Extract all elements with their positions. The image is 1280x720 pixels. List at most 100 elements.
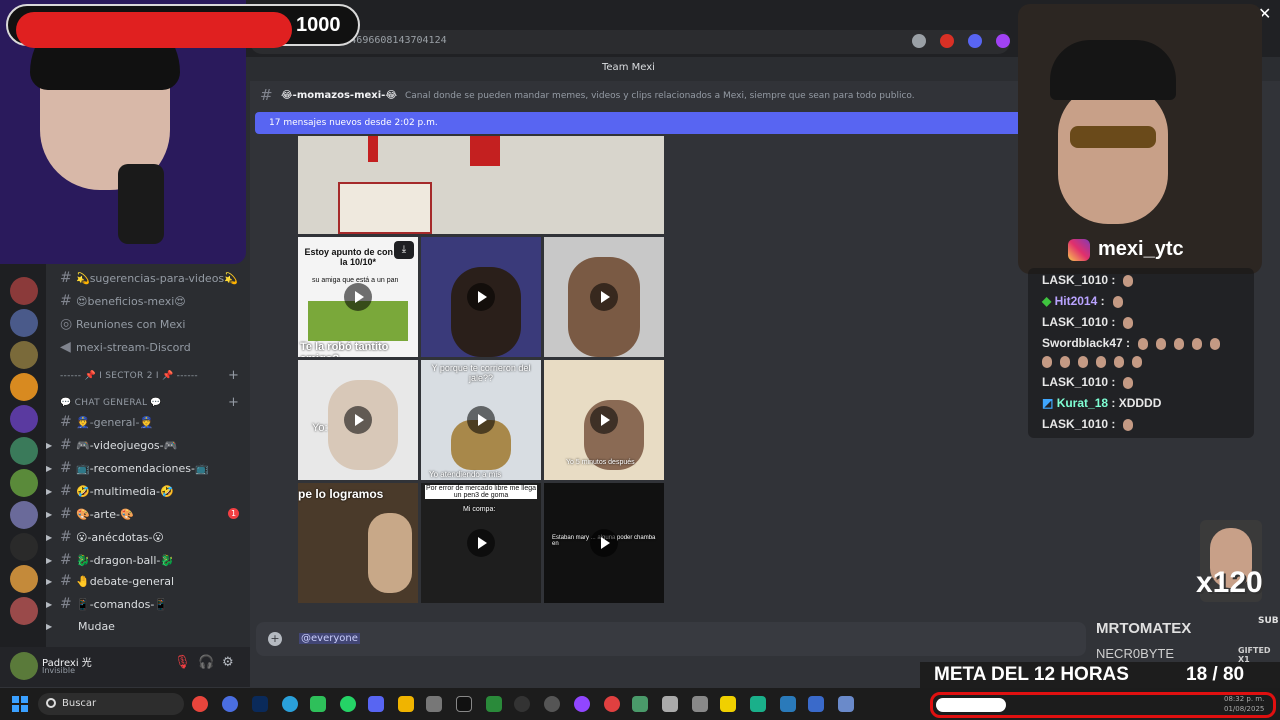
app-icon[interactable] bbox=[604, 696, 620, 712]
channel-item[interactable]: # 👮-general-👮 bbox=[46, 412, 153, 432]
play-icon[interactable] bbox=[590, 406, 618, 434]
play-icon[interactable] bbox=[590, 529, 618, 557]
sticky-notes-icon[interactable] bbox=[720, 696, 736, 712]
download-icon[interactable] bbox=[996, 34, 1010, 48]
app-icon[interactable] bbox=[486, 696, 502, 712]
video-attachment[interactable] bbox=[421, 237, 541, 357]
app-icon[interactable] bbox=[426, 696, 442, 712]
app-icon[interactable] bbox=[780, 696, 796, 712]
channel-item[interactable]: ◀ mexi-stream-Discord bbox=[60, 337, 191, 357]
server-icon[interactable] bbox=[10, 309, 38, 337]
channel-topic[interactable]: Canal donde se pueden mandar memes, vide… bbox=[405, 91, 915, 101]
telegram-icon[interactable] bbox=[282, 696, 298, 712]
category-chat[interactable]: 💬 CHAT GENERAL 💬 bbox=[60, 398, 162, 408]
headphones-icon[interactable]: 🎧 bbox=[198, 655, 214, 670]
play-icon[interactable] bbox=[467, 283, 495, 311]
expand-icon[interactable]: ▶ bbox=[46, 487, 60, 496]
channel-item[interactable]: ▶ # 🤚debate-general bbox=[46, 571, 174, 591]
avatar[interactable] bbox=[10, 652, 38, 680]
bookmark-star-icon[interactable] bbox=[912, 34, 926, 48]
server-icon[interactable] bbox=[10, 533, 38, 561]
category-sector[interactable]: ------ 📌 I SECTOR 2 I 📌 ------ bbox=[60, 371, 198, 381]
server-icon[interactable] bbox=[10, 405, 38, 433]
expand-icon[interactable]: ▶ bbox=[46, 441, 60, 450]
server-icon[interactable] bbox=[10, 373, 38, 401]
message-composer[interactable] bbox=[256, 622, 1086, 656]
video-attachment[interactable]: Por error de mercado libre me llega un p… bbox=[421, 483, 541, 603]
app-icon[interactable] bbox=[574, 696, 590, 712]
video-attachment[interactable]: Yo: bbox=[298, 360, 418, 480]
server-icon[interactable] bbox=[10, 437, 38, 465]
channel-item[interactable]: ▶ # 🎮-videojuegos-🎮 bbox=[46, 435, 177, 455]
expand-icon[interactable]: ▶ bbox=[46, 600, 60, 609]
channel-item[interactable]: ▶ # 🎨-arte-🎨 bbox=[46, 504, 134, 524]
obs-icon[interactable] bbox=[514, 696, 530, 712]
channel-item[interactable]: ▶ # 📺-recomendaciones-📺 bbox=[46, 458, 209, 478]
video-attachment[interactable]: Y porque te corrieron del jale?? Yo aten… bbox=[421, 360, 541, 480]
play-icon[interactable] bbox=[344, 283, 372, 311]
app-icon[interactable] bbox=[692, 696, 708, 712]
extension-icon[interactable] bbox=[940, 34, 954, 48]
expand-icon[interactable]: ▶ bbox=[46, 556, 60, 565]
video-attachment[interactable] bbox=[544, 237, 664, 357]
add-channel-icon[interactable]: + bbox=[228, 368, 239, 383]
discord-icon[interactable] bbox=[368, 696, 384, 712]
app-icon[interactable] bbox=[838, 696, 854, 712]
app-icon[interactable] bbox=[456, 696, 472, 712]
mention-text: @everyone bbox=[299, 633, 360, 644]
channel-item[interactable]: ▶ # 📱-comandos-📱 bbox=[46, 594, 168, 614]
new-messages-bar[interactable]: 17 mensajes nuevos desde 2:02 p.m. bbox=[255, 112, 1020, 134]
video-attachment[interactable]: Estaban mary ... alguna poder chamba en bbox=[544, 483, 664, 603]
channel-item[interactable]: # 😍beneficios-mexi😍 bbox=[60, 291, 186, 311]
image-attachment[interactable] bbox=[298, 136, 664, 234]
channel-item[interactable]: ▶ Mudae bbox=[46, 616, 115, 636]
taskbar-search[interactable] bbox=[38, 693, 184, 715]
app-icon[interactable] bbox=[632, 696, 648, 712]
photoshop-icon[interactable] bbox=[252, 696, 268, 712]
address-bar[interactable]: 5514650 71/1184696608143704124 bbox=[250, 30, 1010, 54]
server-icon[interactable] bbox=[10, 469, 38, 497]
tray-clock[interactable]: 08:32 p. m. 01/08/2025 bbox=[1224, 694, 1264, 714]
add-channel-icon[interactable]: + bbox=[228, 395, 239, 410]
app-icon[interactable] bbox=[222, 696, 238, 712]
extension-icon[interactable] bbox=[968, 34, 982, 48]
channel-item[interactable]: # 💫sugerencias-para-videos💫 bbox=[60, 268, 238, 288]
expand-icon[interactable]: ▶ bbox=[46, 464, 60, 473]
chrome-icon[interactable] bbox=[192, 696, 208, 712]
windows-start-icon[interactable] bbox=[12, 696, 28, 712]
video-attachment[interactable]: pe lo logramos bbox=[298, 483, 418, 603]
folder-icon[interactable] bbox=[398, 696, 414, 712]
search-icon bbox=[46, 698, 56, 708]
server-icon[interactable] bbox=[10, 277, 38, 305]
expand-icon[interactable]: ▶ bbox=[46, 510, 60, 519]
expand-icon[interactable]: ▶ bbox=[46, 622, 60, 631]
add-attachment-icon[interactable]: + bbox=[268, 632, 282, 646]
play-icon[interactable] bbox=[590, 283, 618, 311]
channel-item[interactable]: ▶ # 🐉-dragon-ball-🐉 bbox=[46, 550, 174, 570]
server-icon[interactable] bbox=[10, 501, 38, 529]
channel-item[interactable]: ▶ # 🤣-multimedia-🤣 bbox=[46, 481, 174, 501]
channel-item[interactable]: ◎ Reuniones con Mexi bbox=[60, 314, 186, 334]
app-icon[interactable] bbox=[310, 696, 326, 712]
channel-label: mexi-stream-Discord bbox=[76, 340, 191, 354]
video-attachment[interactable]: Yo 5 minutos después bbox=[544, 360, 664, 480]
mute-icon[interactable]: 🎙 bbox=[174, 655, 191, 670]
app-icon[interactable] bbox=[808, 696, 824, 712]
play-icon[interactable] bbox=[344, 406, 372, 434]
gear-icon[interactable]: ⚙ bbox=[222, 655, 234, 670]
channel-item[interactable]: ▶ # 😮-anécdotas-😮 bbox=[46, 527, 164, 547]
app-icon[interactable] bbox=[662, 696, 678, 712]
download-icon[interactable]: ⤓ bbox=[394, 241, 414, 259]
video-attachment[interactable]: Estoy apunto de con con la 10/10* su ami… bbox=[298, 237, 418, 357]
app-icon[interactable] bbox=[544, 696, 560, 712]
app-icon[interactable] bbox=[750, 696, 766, 712]
channel-label: 🐉-dragon-ball-🐉 bbox=[76, 553, 175, 567]
expand-icon[interactable]: ▶ bbox=[46, 533, 60, 542]
server-icon[interactable] bbox=[10, 341, 38, 369]
server-icon[interactable] bbox=[10, 597, 38, 625]
expand-icon[interactable]: ▶ bbox=[46, 577, 60, 586]
whatsapp-icon[interactable] bbox=[340, 696, 356, 712]
play-icon[interactable] bbox=[467, 406, 495, 434]
play-icon[interactable] bbox=[467, 529, 495, 557]
server-icon[interactable] bbox=[10, 565, 38, 593]
